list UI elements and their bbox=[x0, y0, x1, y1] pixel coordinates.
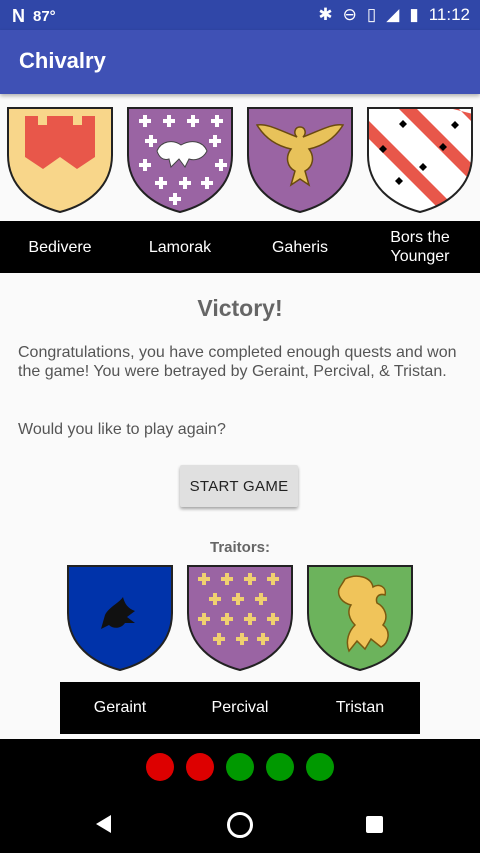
traitor-names-bar: Geraint Percival Tristan bbox=[60, 682, 420, 734]
knight-name: Lamorak bbox=[148, 238, 212, 256]
purple-shield-gold-eagle-icon bbox=[247, 107, 353, 214]
status-bar: N 87° ✱ ⊖ ▯ ◢ ▮ 11:12 bbox=[0, 0, 480, 30]
notification-n-icon: N bbox=[12, 6, 25, 26]
quest-results bbox=[0, 753, 480, 781]
bluetooth-icon: ✱ bbox=[318, 5, 333, 24]
traitor-name: Geraint bbox=[93, 699, 147, 716]
yellow-shield-red-tower-icon bbox=[7, 107, 113, 214]
start-game-button[interactable]: START GAME bbox=[180, 465, 298, 507]
knight-shields-row bbox=[0, 100, 480, 218]
victory-heading: Victory! bbox=[197, 295, 283, 321]
quest-succeeded-indicator bbox=[266, 753, 294, 781]
vibrate-icon: ▯ bbox=[366, 5, 377, 24]
quest-failed-indicator bbox=[186, 753, 214, 781]
play-again-prompt: Would you like to play again? bbox=[18, 421, 226, 438]
quest-succeeded-indicator bbox=[306, 753, 334, 781]
do-not-disturb-icon: ⊖ bbox=[342, 5, 357, 24]
knight-names-bar: Bedivere Lamorak Gaheris Bors the Younge… bbox=[0, 221, 480, 273]
traitors-label: Traitors: bbox=[209, 539, 270, 556]
clock-text: 11:12 bbox=[428, 5, 470, 24]
result-panel: Victory! Congratulations, you have compl… bbox=[0, 273, 480, 739]
quest-succeeded-indicator bbox=[226, 753, 254, 781]
knight-name: Bedivere bbox=[28, 238, 92, 256]
battery-icon: ▮ bbox=[409, 5, 419, 24]
app-bar: Chivalry bbox=[0, 30, 480, 94]
victory-message: Congratulations, you have completed enou… bbox=[18, 344, 457, 380]
blue-shield-black-bird-icon bbox=[67, 565, 173, 672]
back-icon[interactable] bbox=[96, 815, 111, 833]
traitor-shields-row bbox=[60, 563, 420, 675]
battery-level-text: 87° bbox=[33, 8, 56, 25]
app-title: Chivalry bbox=[19, 48, 106, 73]
knight-name: Bors the Younger bbox=[390, 229, 450, 265]
white-shield-red-bends-ermine-icon bbox=[367, 107, 473, 214]
purple-shield-gold-crosses-icon bbox=[187, 565, 293, 672]
recent-apps-icon[interactable] bbox=[366, 816, 383, 833]
traitor-name: Tristan bbox=[335, 699, 385, 716]
knight-name: Gaheris bbox=[271, 238, 329, 256]
home-icon[interactable] bbox=[227, 812, 253, 838]
green-shield-gold-lion-icon bbox=[307, 565, 413, 672]
traitor-name: Percival bbox=[211, 699, 269, 716]
signal-icon: ◢ bbox=[386, 5, 400, 24]
system-navigation-bar bbox=[0, 799, 480, 853]
quest-failed-indicator bbox=[146, 753, 174, 781]
purple-shield-lion-crosses-icon bbox=[127, 107, 233, 214]
bottom-panel bbox=[0, 739, 480, 853]
